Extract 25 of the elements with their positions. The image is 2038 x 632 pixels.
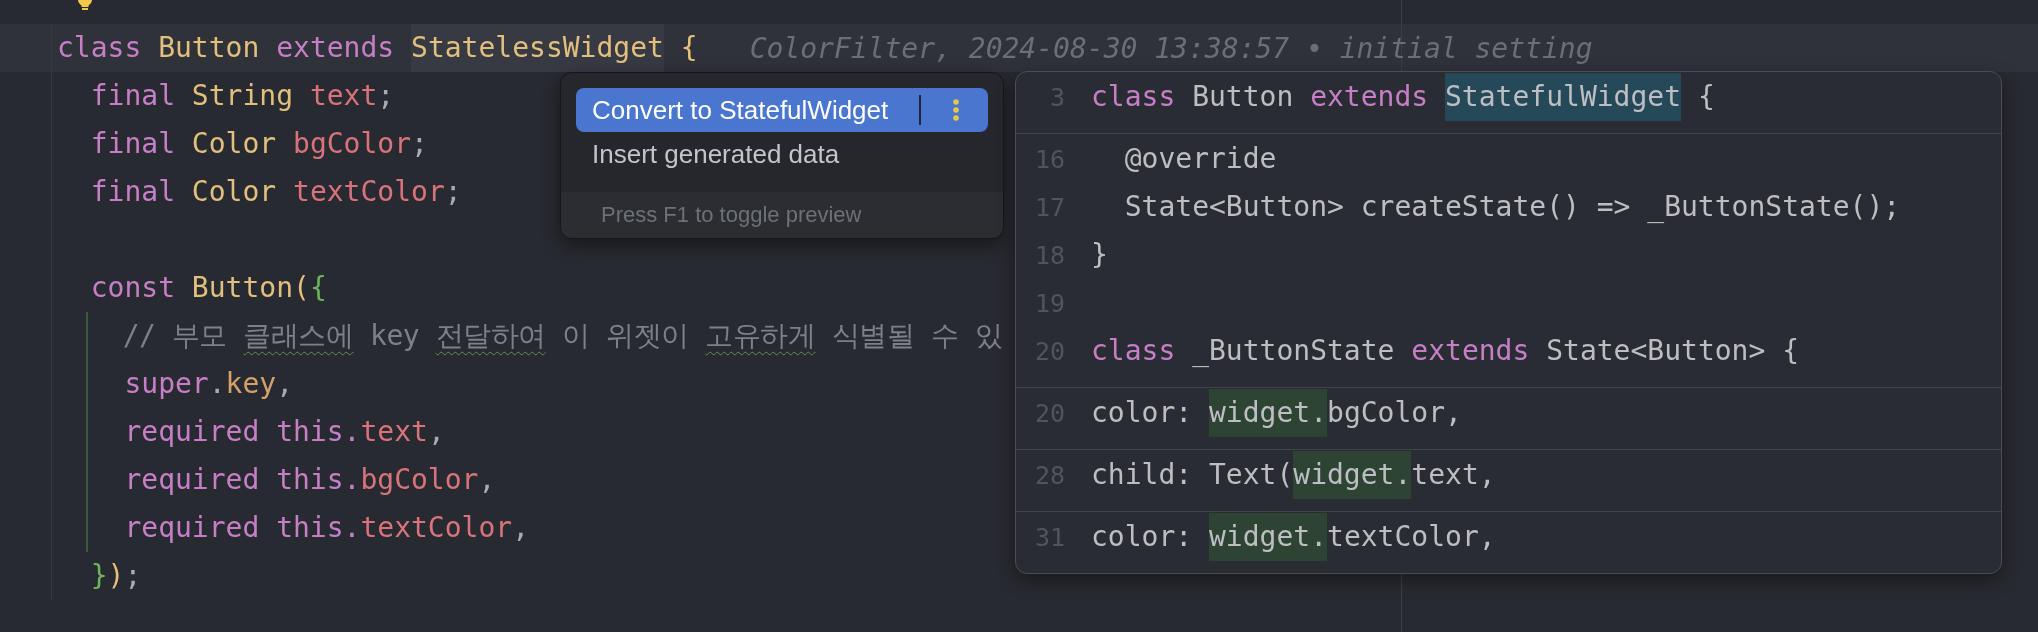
hint-text: Press F1 to toggle preview	[601, 202, 862, 228]
menu-item[interactable]: Insert generated data	[576, 132, 988, 176]
code-line: color: widget.bgColor,	[1091, 389, 1462, 437]
code-line: final Color bgColor;	[89, 126, 428, 162]
code-line: class Button extends StatelessWidget {	[52, 24, 698, 72]
code-line: required this.textColor,	[123, 510, 529, 546]
code-line: @override	[1123, 141, 1277, 177]
code-line: final String text;	[89, 78, 395, 114]
more-options-icon[interactable]	[953, 99, 959, 121]
code-line: State<Button> createState() => _ButtonState();	[1123, 189, 1901, 225]
code-line: required this.text,	[123, 414, 445, 450]
menu-item[interactable]: Convert to StatefulWidget	[576, 88, 988, 132]
code-line: class Button extends StatefulWidget {	[1091, 73, 1715, 121]
code-line: child: Text(widget.text,	[1091, 451, 1496, 499]
code-line: super.key,	[123, 366, 293, 402]
code-line: // 부모 클래스에 key 전달하여 이 위젯이 고유하게 식별될 수 있	[121, 318, 1003, 354]
lightbulb-icon[interactable]	[78, 0, 92, 10]
code-line: });	[89, 558, 142, 594]
code-line: }	[1091, 237, 1108, 273]
code-line: required this.bgColor,	[123, 462, 496, 498]
code-line: color: widget.textColor,	[1091, 513, 1496, 561]
blame-annotation: ColorFilter, 2024-08-30 13:38:57 • initial setting	[749, 31, 1593, 65]
code-line: class _ButtonState extends State<Button> {	[1091, 333, 1800, 369]
code-line: const Button({	[89, 270, 327, 306]
code-line: final Color textColor;	[89, 174, 462, 210]
